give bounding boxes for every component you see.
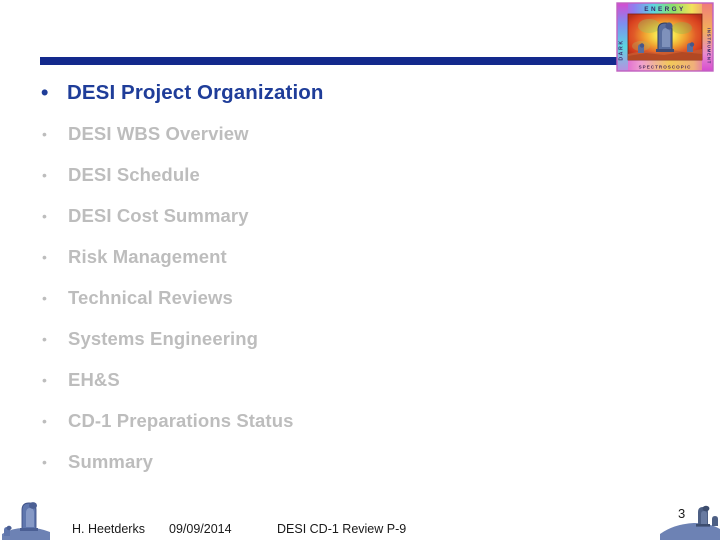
agenda-item-label: Systems Engineering — [68, 327, 259, 349]
agenda-item-label: Summary — [68, 450, 154, 472]
bullet-point-icon: • — [41, 81, 49, 104]
agenda-item: • DESI Cost Summary — [0, 195, 620, 236]
bullet-point-icon: • — [42, 330, 47, 347]
telescope-silhouette-left-icon — [2, 496, 66, 540]
footer-review-title: DESI CD-1 Review P-9 — [277, 522, 407, 536]
agenda-item: • DESI Schedule — [0, 154, 620, 195]
bullet-point-icon: • — [42, 166, 47, 183]
agenda-item-label: DESI WBS Overview — [68, 122, 249, 144]
telescope-silhouette-right-icon — [660, 500, 720, 540]
agenda-item-label: EH&S — [68, 368, 120, 390]
agenda-item-label: Technical Reviews — [68, 286, 233, 308]
agenda-item: • Summary — [0, 441, 620, 482]
footer-date: 09/09/2014 — [169, 522, 232, 536]
agenda-item-label: DESI Cost Summary — [68, 204, 249, 226]
doe-seal-top-text: ENERGY — [644, 6, 685, 13]
footer-author: H. Heetderks — [72, 522, 145, 536]
agenda-item-label: Risk Management — [68, 245, 227, 267]
agenda-item: • DESI WBS Overview — [0, 113, 620, 154]
slide-footer: H. Heetderks 09/09/2014 DESI CD-1 Review… — [0, 518, 720, 540]
bullet-point-icon: • — [42, 248, 47, 265]
agenda-item: • DESI Project Organization — [0, 72, 620, 113]
presentation-slide: ENERGY DARK INSTRUMENT SPECTROSCOPIC • DE… — [0, 0, 720, 540]
agenda-item: • CD-1 Preparations Status — [0, 400, 620, 441]
bullet-point-icon: • — [42, 289, 47, 306]
bullet-point-icon: • — [42, 207, 47, 224]
page-number: 3 — [678, 506, 686, 521]
doe-seal-left-text: DARK — [619, 39, 625, 60]
agenda-item-label: CD-1 Preparations Status — [68, 409, 294, 431]
agenda-item-label: DESI Project Organization — [67, 80, 324, 104]
agenda-bullet-list: • DESI Project Organization • DESI WBS Over… — [0, 72, 620, 482]
agenda-item: • Systems Engineering — [0, 318, 620, 359]
bullet-point-icon: • — [42, 125, 47, 142]
doe-seal-bottom-text: SPECTROSCOPIC — [639, 64, 692, 69]
bullet-point-icon: • — [42, 453, 47, 470]
doe-seal-logo: ENERGY DARK INSTRUMENT SPECTROSCOPIC — [616, 2, 714, 72]
doe-seal-right-text: INSTRUMENT — [707, 28, 712, 64]
bullet-point-icon: • — [42, 412, 47, 429]
agenda-item: • EH&S — [0, 359, 620, 400]
title-divider-rule — [40, 57, 622, 65]
agenda-item: • Risk Management — [0, 236, 620, 277]
agenda-item: • Technical Reviews — [0, 277, 620, 318]
bullet-point-icon: • — [42, 371, 47, 388]
agenda-item-label: DESI Schedule — [68, 163, 200, 185]
